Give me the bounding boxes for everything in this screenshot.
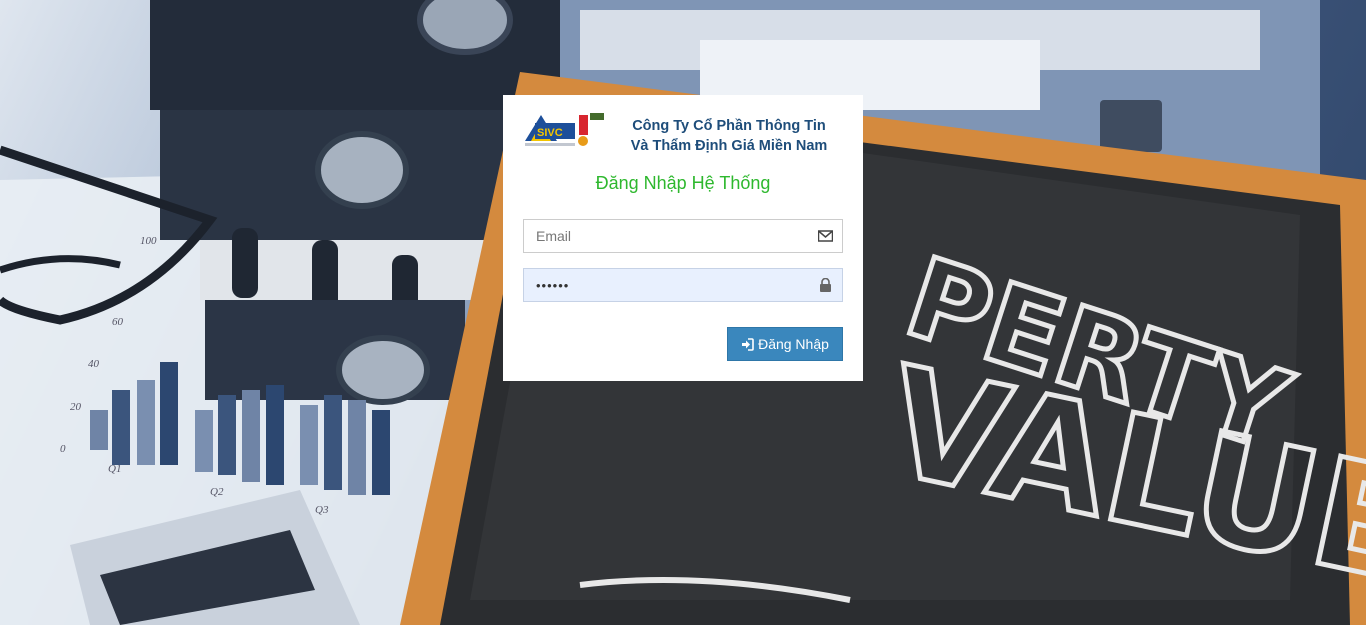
login-title: Đăng Nhập Hệ Thống [595,173,771,193]
lock-icon [818,277,833,292]
password-field-wrapper [523,268,843,302]
password-input[interactable] [524,269,828,301]
login-panel: SIVC Công Ty Cổ Phần Thông Tin Và Thẩm Đ… [503,95,863,381]
svg-text:20: 20 [70,401,82,413]
company-logo: SIVC [523,111,605,149]
svg-text:40: 40 [88,358,100,370]
company-name-line2: Và Thẩm Định Giá Miền Nam [630,138,828,154]
svg-text:60: 60 [112,316,124,328]
svg-text:SIVC: SIVC [537,127,563,139]
login-button[interactable]: Đăng Nhập [727,327,843,361]
svg-text:Q2: Q2 [210,486,224,498]
svg-text:100: 100 [140,235,157,247]
login-button-label: Đăng Nhập [758,336,829,352]
email-input[interactable] [524,220,828,252]
sign-in-icon [741,337,754,351]
company-name-line1: Công Ty Cổ Phần Thông Tin [632,118,826,134]
svg-text:Q1: Q1 [108,463,121,475]
svg-text:0: 0 [60,443,66,455]
email-field-wrapper [523,219,843,253]
svg-text:Q3: Q3 [315,504,329,516]
envelope-icon [817,229,834,243]
binder-lower [205,300,465,400]
company-name: Công Ty Cổ Phần Thông Tin Và Thẩm Định G… [615,116,843,156]
